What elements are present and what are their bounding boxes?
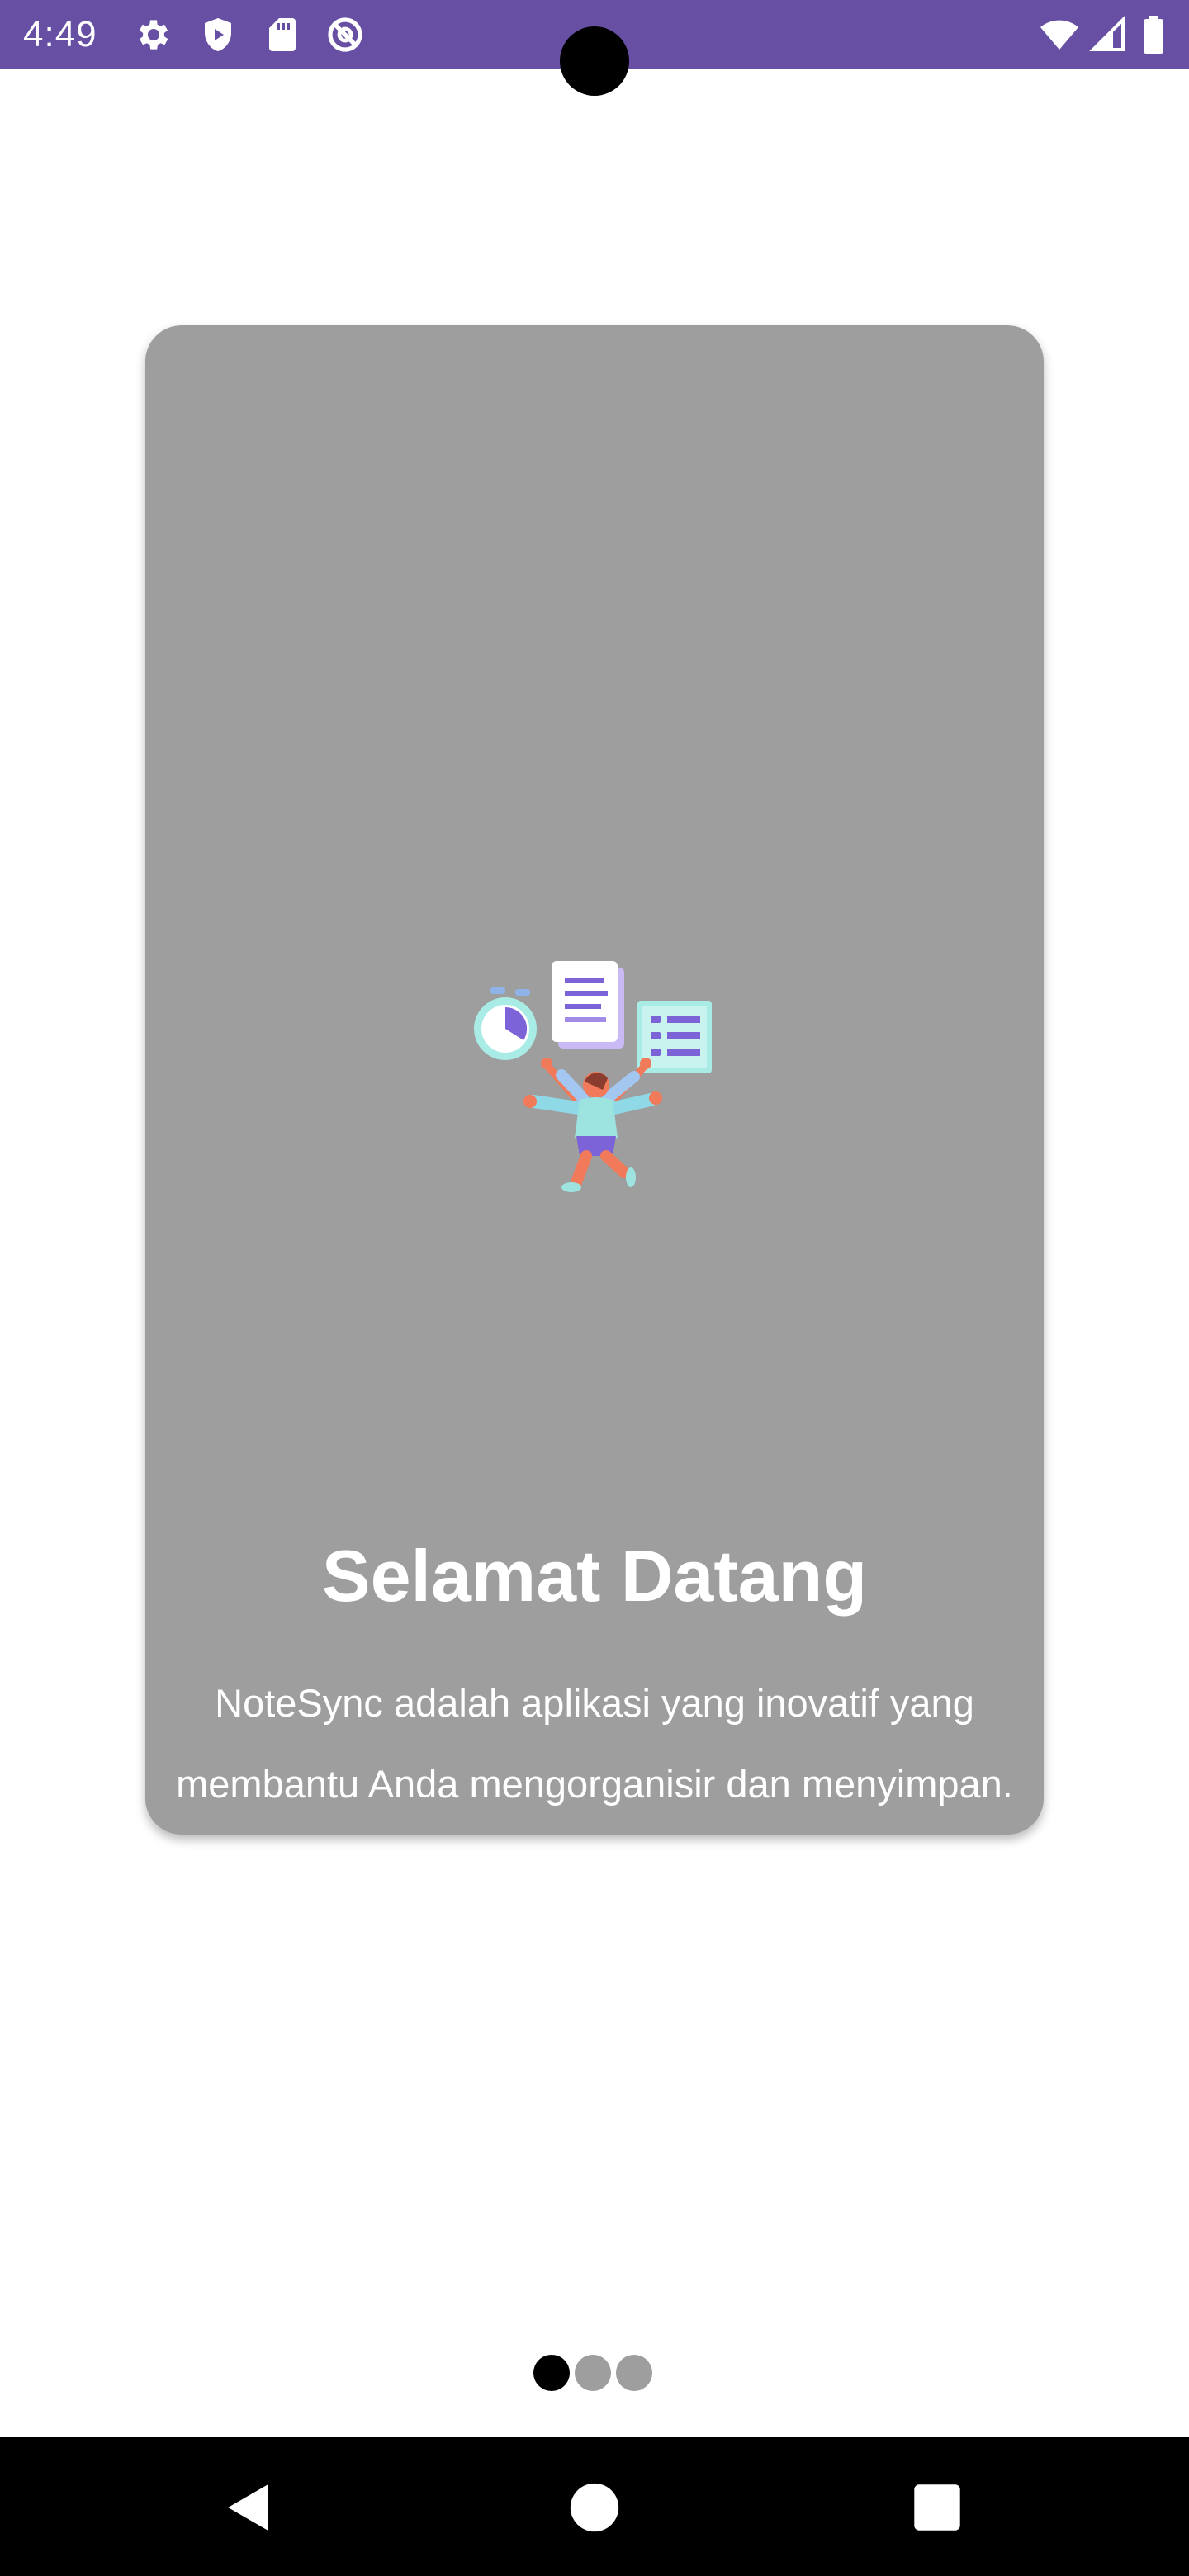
onboarding-card[interactable]: Selamat Datang NoteSync adalah aplikasi … bbox=[145, 325, 1044, 1835]
page-indicator-dot-2[interactable] bbox=[575, 2355, 611, 2391]
shield-play-icon bbox=[198, 15, 238, 54]
onboarding-description: NoteSync adalah aplikasi yang inovatif y… bbox=[145, 1663, 1044, 1825]
system-navigation-bar bbox=[0, 2437, 1189, 2576]
cell-signal-icon bbox=[1088, 15, 1128, 54]
home-icon[interactable] bbox=[566, 2479, 623, 2536]
recents-icon[interactable] bbox=[908, 2479, 966, 2536]
status-time: 4:49 bbox=[23, 14, 97, 54]
onboarding-screen: 4:49 Selamat Datang NoteSync adalah apli… bbox=[0, 0, 1189, 2576]
page-indicator-dot-3[interactable] bbox=[616, 2355, 652, 2391]
onboarding-title: Selamat Datang bbox=[321, 1535, 868, 1617]
at-sign-icon bbox=[325, 15, 365, 54]
battery-icon bbox=[1141, 15, 1166, 54]
description-line-1: NoteSync adalah aplikasi yang inovatif y… bbox=[215, 1681, 974, 1725]
page-indicator-dot-1[interactable] bbox=[533, 2355, 570, 2391]
camera-cutout bbox=[560, 26, 629, 96]
page-indicator[interactable] bbox=[533, 2355, 652, 2391]
back-icon[interactable] bbox=[220, 2479, 277, 2536]
description-line-2: membantu Anda mengorganisir dan menyimpa… bbox=[176, 1762, 1013, 1806]
person-juggling-notes-illustration bbox=[472, 961, 720, 1200]
sd-card-icon bbox=[263, 15, 302, 54]
settings-gear-icon bbox=[134, 15, 173, 54]
wifi-icon bbox=[1037, 15, 1082, 54]
